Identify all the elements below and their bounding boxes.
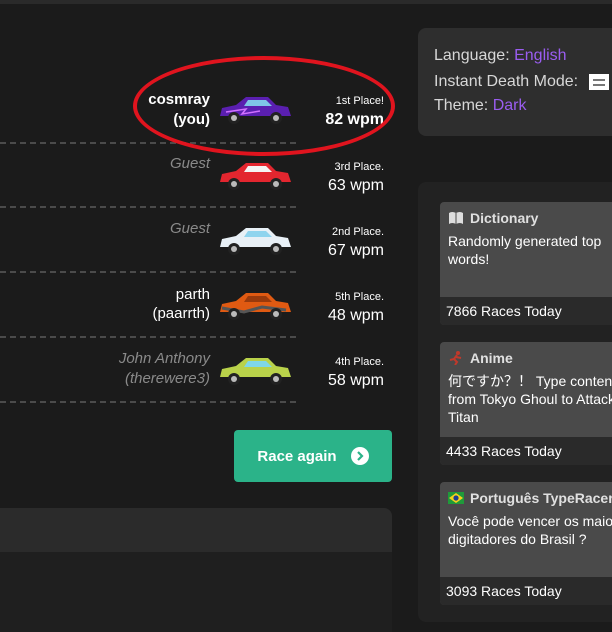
- book-icon: [449, 212, 463, 224]
- racer-name: parth: [175, 286, 210, 303]
- theme-label: Theme:: [434, 97, 489, 114]
- racer-name: John Anthony: [118, 350, 210, 367]
- mode-description: 何ですか？！ Type content from Tokyo Ghoul to …: [448, 373, 612, 425]
- language-label: Language:: [434, 47, 510, 64]
- mode-card-portuguese[interactable]: Português TypeRacer Você pode vencer os …: [440, 482, 612, 605]
- bottom-panel: [0, 508, 392, 632]
- racer-name: Guest: [169, 220, 210, 237]
- race-again-button[interactable]: Race again: [234, 430, 392, 482]
- brazil-flag-icon: [448, 492, 464, 504]
- mode-races-count: 7866 Races Today: [440, 297, 612, 325]
- language-value-link[interactable]: English: [514, 47, 566, 64]
- mode-card-anime[interactable]: Anime 何ですか？！ Type content from Tokyo Gho…: [440, 342, 612, 465]
- race-car-icon: [220, 293, 291, 320]
- race-car-icon: [220, 228, 291, 255]
- wpm-value: 48 wpm: [327, 307, 384, 324]
- arrow-right-circle-icon: [350, 447, 369, 465]
- racer-lane: John Anthony (therewere3) 4th Place. 58 …: [0, 345, 410, 409]
- mode-title-text: Português TypeRacer: [470, 490, 612, 506]
- language-setting: Language: English: [434, 46, 567, 66]
- wpm-value: 63 wpm: [327, 177, 384, 194]
- running-figure-icon: [449, 351, 462, 365]
- settings-panel: Language: English Instant Death Mode: Th…: [418, 28, 612, 136]
- theme-value-link[interactable]: Dark: [493, 97, 527, 114]
- racer-lane: Guest 2nd Place. 67 wpm: [0, 215, 410, 279]
- racer-name: Guest: [169, 155, 210, 172]
- place-label: 3rd Place.: [334, 161, 384, 173]
- mode-card-dictionary[interactable]: Dictionary Randomly generated top words!…: [440, 202, 612, 325]
- bottom-panel-body: [0, 552, 392, 632]
- winner-highlight-circle: [133, 56, 395, 156]
- racer-lane: Guest 3rd Place. 63 wpm: [0, 150, 410, 214]
- mode-title: Anime: [448, 350, 513, 366]
- place-label: 4th Place.: [335, 356, 384, 368]
- racer-handle: (therewere3): [124, 370, 210, 387]
- instant-death-label: Instant Death Mode:: [434, 73, 579, 90]
- place-label: 2nd Place.: [332, 226, 384, 238]
- theme-setting: Theme: Dark: [434, 96, 526, 116]
- race-again-label: Race again: [257, 447, 337, 465]
- wpm-value: 67 wpm: [327, 242, 384, 259]
- instant-death-toggle[interactable]: [588, 73, 609, 90]
- mode-races-count: 3093 Races Today: [440, 577, 612, 605]
- racer-handle: (paarrth): [152, 305, 210, 322]
- racer-lane: parth (paarrth) 5th Place. 48 wpm: [0, 280, 410, 344]
- mode-title-text: Anime: [470, 350, 513, 366]
- wpm-value: 58 wpm: [327, 372, 384, 389]
- mode-title: Dictionary: [448, 210, 538, 226]
- race-car-icon: [220, 163, 291, 190]
- mode-title-text: Dictionary: [470, 210, 539, 226]
- place-label: 5th Place.: [335, 291, 384, 303]
- instant-death-setting: Instant Death Mode:: [434, 72, 609, 92]
- mode-races-count: 4433 Races Today: [440, 437, 612, 465]
- mode-description: Você pode vencer os maiores digitadores …: [448, 513, 612, 547]
- mode-description: Randomly generated top words!: [448, 233, 602, 267]
- mode-title: Português TypeRacer: [448, 490, 612, 506]
- race-car-icon: [220, 358, 291, 385]
